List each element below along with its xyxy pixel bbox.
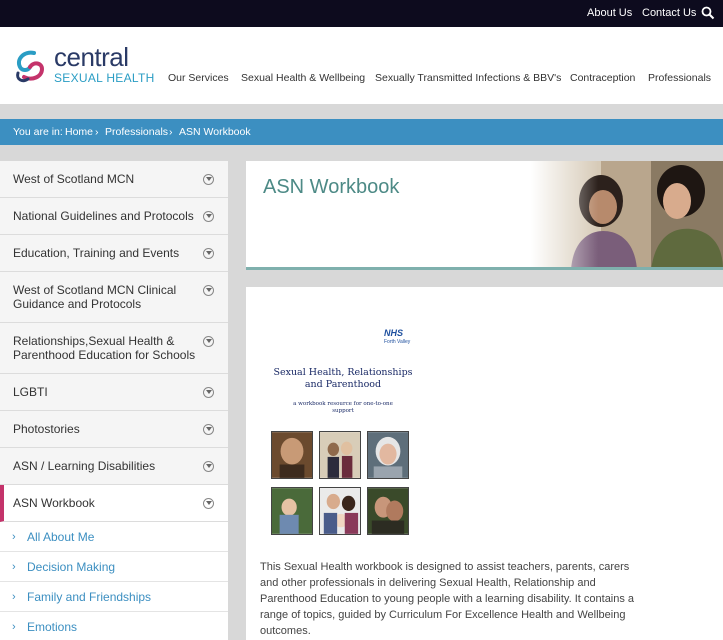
- chevron-right-icon: ›: [169, 126, 173, 138]
- logo-wordmark[interactable]: central: [54, 44, 129, 70]
- sidebar-item-label: Relationships,Sexual Health & Parenthood…: [13, 334, 196, 362]
- cover-photo: [319, 487, 361, 535]
- sidebar-subitem-emotions[interactable]: › Emotions: [0, 612, 228, 640]
- chevron-right-icon: ›: [12, 531, 16, 543]
- sidebar-subitem-all-about-me[interactable]: › All About Me: [0, 522, 228, 552]
- cover-photo: [271, 487, 313, 535]
- breadcrumb-professionals[interactable]: Professionals: [105, 126, 168, 138]
- sidebar-item-education-training[interactable]: Education, Training and Events: [0, 235, 228, 272]
- nav-contraception[interactable]: Contraception: [570, 72, 635, 84]
- chevron-down-icon[interactable]: [203, 498, 214, 509]
- chevron-down-icon[interactable]: [203, 248, 214, 259]
- logo-icon[interactable]: [12, 47, 52, 87]
- sidebar-subitem-label: Decision Making: [27, 560, 116, 574]
- column-gutter: [228, 161, 246, 640]
- sidebar-item-relationships-schools[interactable]: Relationships,Sexual Health & Parenthood…: [0, 323, 228, 374]
- cover-photo: [367, 487, 409, 535]
- chevron-down-icon[interactable]: [203, 211, 214, 222]
- sidebar-item-label: West of Scotland MCN Clinical Guidance a…: [13, 283, 177, 311]
- workbook-title: Sexual Health, Relationships and Parenth…: [273, 367, 413, 390]
- chevron-right-icon: ›: [12, 621, 16, 633]
- chevron-right-icon: ›: [12, 561, 16, 573]
- sidebar-nav: West of Scotland MCN National Guidelines…: [0, 161, 228, 640]
- nav-sexual-health-wellbeing[interactable]: Sexual Health & Wellbeing: [241, 72, 365, 84]
- chevron-down-icon[interactable]: [203, 424, 214, 435]
- sidebar-subitem-label: Family and Friendships: [27, 590, 152, 604]
- breadcrumb-prefix: You are in:: [13, 126, 63, 138]
- sidebar-subitem-label: All About Me: [27, 530, 95, 544]
- breadcrumb: You are in: Home › Professionals › ASN W…: [0, 119, 723, 145]
- sidebar-item-lgbti[interactable]: LGBTI: [0, 374, 228, 411]
- cover-photo: [271, 431, 313, 479]
- chevron-down-icon[interactable]: [203, 174, 214, 185]
- sidebar-subitem-family-friendships[interactable]: › Family and Friendships: [0, 582, 228, 612]
- sidebar-item-national-guidelines[interactable]: National Guidelines and Protocols: [0, 198, 228, 235]
- sidebar-item-label: Photostories: [13, 422, 80, 436]
- main-content: NHS Forth Valley Sexual Health, Relation…: [246, 287, 723, 640]
- sidebar-subitem-label: Emotions: [27, 620, 78, 634]
- sidebar-item-label: LGBTI: [13, 385, 48, 399]
- nhs-logo: NHS: [384, 328, 409, 339]
- sidebar-item-label: West of Scotland MCN: [13, 172, 135, 186]
- top-utility-bar: About Us Contact Us: [0, 0, 723, 27]
- sidebar-subitem-decision-making[interactable]: › Decision Making: [0, 552, 228, 582]
- cover-photo: [319, 431, 361, 479]
- chevron-down-icon[interactable]: [203, 336, 214, 347]
- site-header: central SEXUAL HEALTH Our Services Sexua…: [0, 27, 723, 104]
- sidebar-item-label: Education, Training and Events: [13, 246, 180, 260]
- nav-our-services[interactable]: Our Services: [168, 72, 229, 84]
- sidebar-item-asn-learning-disabilities[interactable]: ASN / Learning Disabilities: [0, 448, 228, 485]
- sidebar-item-label: ASN Workbook: [13, 496, 95, 510]
- about-us-link[interactable]: About Us: [587, 7, 632, 19]
- workbook-subtitle: a workbook resource for one-to-one suppo…: [293, 401, 393, 414]
- contact-us-link[interactable]: Contact Us: [642, 7, 696, 19]
- divider-band: [0, 104, 723, 119]
- divider-band: [0, 145, 723, 161]
- cover-photo: [367, 431, 409, 479]
- nav-professionals[interactable]: Professionals: [648, 72, 711, 84]
- page-title: ASN Workbook: [263, 176, 400, 198]
- banner-photo: [531, 161, 723, 270]
- chevron-down-icon[interactable]: [203, 387, 214, 398]
- chevron-right-icon: ›: [12, 591, 16, 603]
- breadcrumb-home[interactable]: Home: [65, 126, 93, 138]
- divider-band: [246, 270, 723, 287]
- chevron-right-icon: ›: [95, 126, 99, 138]
- sidebar-item-label: ASN / Learning Disabilities: [13, 459, 156, 473]
- workbook-description: This Sexual Health workbook is designed …: [260, 561, 635, 637]
- breadcrumb-current: ASN Workbook: [179, 126, 251, 138]
- sidebar-item-label: National Guidelines and Protocols: [13, 209, 194, 223]
- chevron-down-icon[interactable]: [203, 285, 214, 296]
- sidebar-item-asn-workbook[interactable]: ASN Workbook: [0, 485, 228, 522]
- chevron-down-icon[interactable]: [203, 461, 214, 472]
- workbook-cover-image[interactable]: NHS Forth Valley Sexual Health, Relation…: [261, 317, 416, 542]
- nav-sti-bbv[interactable]: Sexually Transmitted Infections & BBV's: [375, 72, 561, 84]
- sidebar-item-photostories[interactable]: Photostories: [0, 411, 228, 448]
- page-banner: ASN Workbook: [246, 161, 723, 270]
- sidebar-item-west-of-scotland-mcn[interactable]: West of Scotland MCN: [0, 161, 228, 198]
- sidebar-item-mcn-clinical-guidance[interactable]: West of Scotland MCN Clinical Guidance a…: [0, 272, 228, 323]
- search-icon[interactable]: [701, 6, 715, 20]
- logo-tagline[interactable]: SEXUAL HEALTH: [54, 71, 155, 85]
- nhs-board-name: Forth Valley: [384, 339, 411, 345]
